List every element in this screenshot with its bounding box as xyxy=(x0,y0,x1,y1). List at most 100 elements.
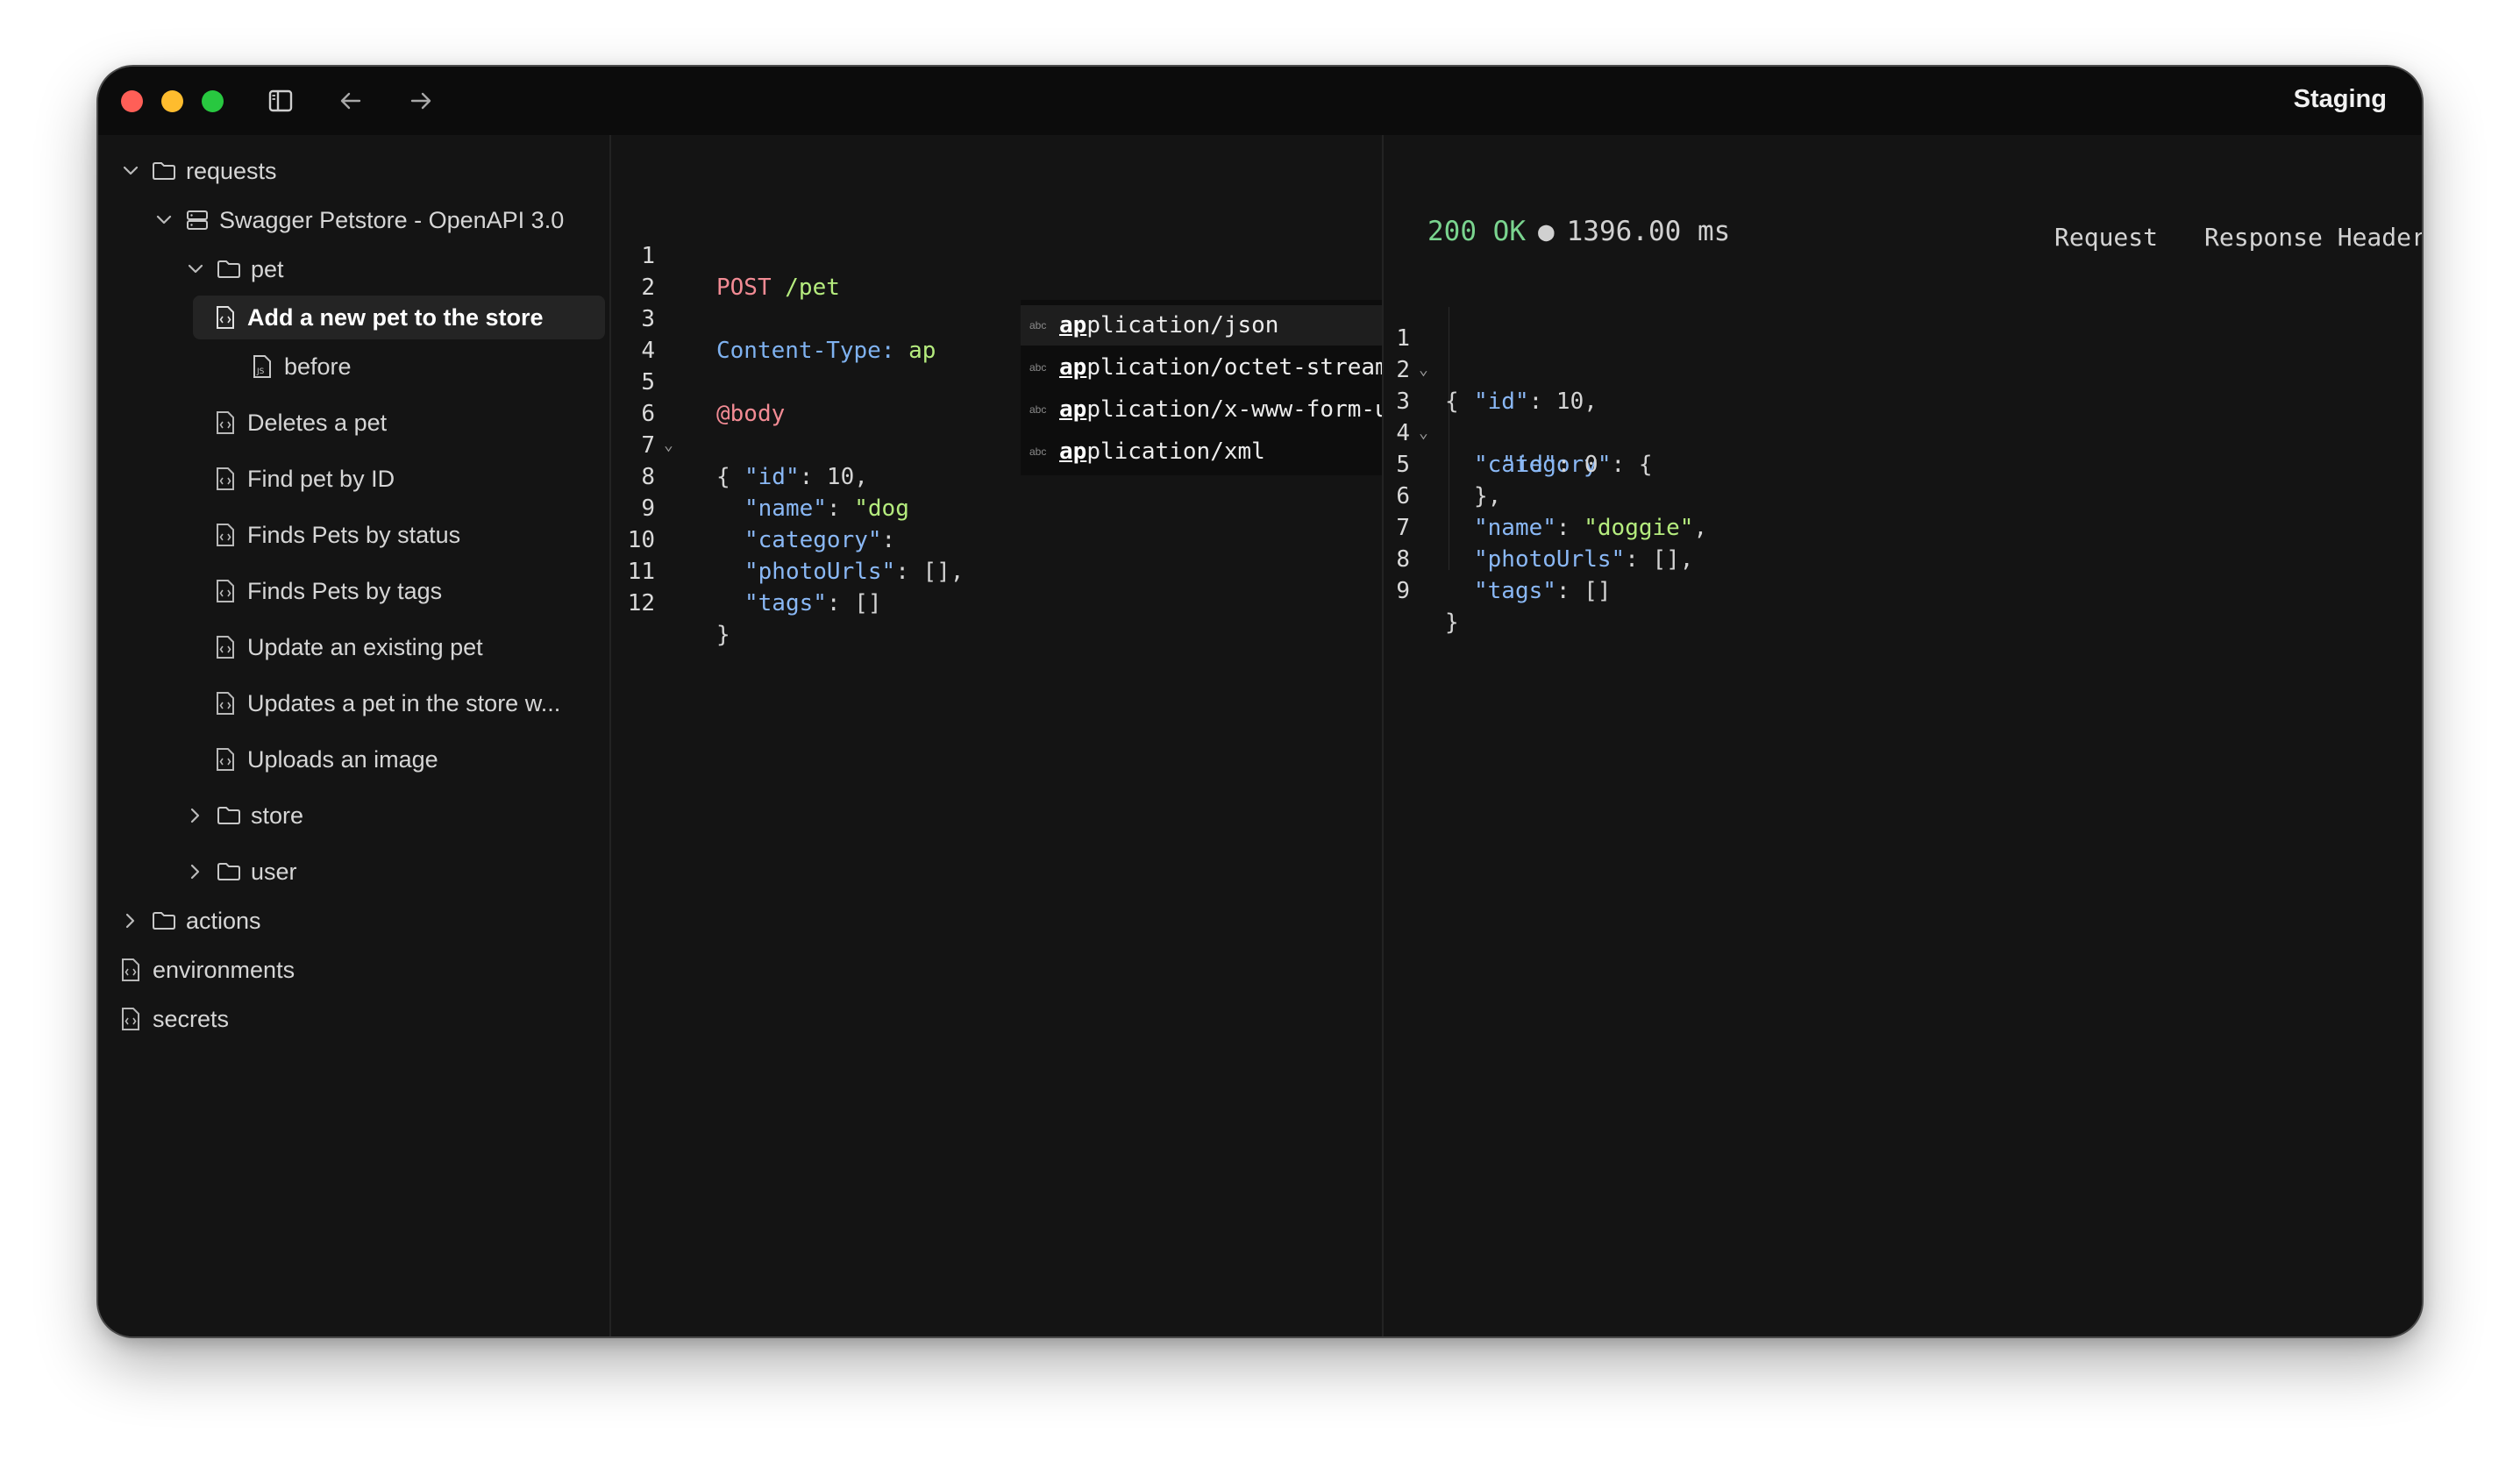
json-rest: : 10, xyxy=(1528,388,1598,415)
tree-label: Update an existing pet xyxy=(247,633,483,660)
tree-label: user xyxy=(251,858,297,885)
tree-folder-user[interactable]: user xyxy=(182,850,297,894)
file-code-icon xyxy=(212,304,238,331)
code-line: 1 POST /pet xyxy=(611,209,840,301)
text-kind-icon: abc xyxy=(1029,319,1047,331)
tree-label: actions xyxy=(186,907,261,934)
tree-request-add-new-pet[interactable]: Add a new pet to the store xyxy=(193,296,605,339)
code-line: 3 ⌄ "category": { xyxy=(1384,354,1652,478)
autocomplete-item[interactable]: abc ap plication/octet-stream xyxy=(1021,347,1382,388)
tree-script-before[interactable]: JS before xyxy=(249,345,352,388)
http-method: POST xyxy=(716,274,772,301)
tree-folder-pet[interactable]: pet xyxy=(182,247,284,291)
tree-folder-actions[interactable]: actions xyxy=(117,899,261,943)
tree-folder-store[interactable]: store xyxy=(182,794,303,837)
tree-folder-requests[interactable]: requests xyxy=(117,149,277,193)
response-status-line: 200 OK ● 1396.00 ms xyxy=(1427,216,1730,247)
svg-text:JS: JS xyxy=(256,367,265,376)
environment-title[interactable]: Staging xyxy=(2294,85,2387,114)
tab-response-headers[interactable]: Response Headers xyxy=(2204,223,2422,252)
code-line: 9 } xyxy=(1384,544,1466,636)
tree-request-updates-pet-in-store[interactable]: Updates a pet in the store w... xyxy=(212,681,560,725)
header-name: Content-Type: xyxy=(716,338,895,364)
minimize-window-button[interactable] xyxy=(161,90,183,112)
line-number: 12 xyxy=(627,590,655,616)
tree-label: secrets xyxy=(153,1005,230,1032)
tree-label: store xyxy=(251,802,304,829)
close-window-button[interactable] xyxy=(121,90,143,112)
chevron-right-icon[interactable] xyxy=(182,802,209,829)
code-line: 11 "tags": [] xyxy=(611,524,882,616)
tree-label: Swagger Petstore - OpenAPI 3.0 xyxy=(219,206,565,233)
autocomplete-item[interactable]: abc ap plication/json xyxy=(1021,305,1382,346)
autocomplete-match: ap xyxy=(1059,312,1087,338)
tree-request-finds-pets-by-tags[interactable]: Finds Pets by tags xyxy=(212,569,442,613)
tree-request-update-existing-pet[interactable]: Update an existing pet xyxy=(212,625,483,669)
code-text: { xyxy=(716,464,730,490)
json-rest: : 0 xyxy=(1556,452,1598,478)
code-line: 7 "id": 10, xyxy=(611,398,868,490)
server-icon xyxy=(184,207,210,233)
request-path: /pet xyxy=(785,274,840,301)
json-sep: : xyxy=(826,495,855,522)
body-directive: @body xyxy=(716,401,786,427)
file-code-icon xyxy=(212,522,238,548)
code-text: } xyxy=(716,622,730,648)
tree-label: Updates a pet in the store w... xyxy=(247,689,561,716)
chevron-right-icon[interactable] xyxy=(182,859,209,885)
tree-collection-swagger-petstore[interactable]: Swagger Petstore - OpenAPI 3.0 xyxy=(151,198,564,242)
tree-file-environments[interactable]: environments xyxy=(117,948,295,992)
autocomplete-item[interactable]: abc ap plication/xml xyxy=(1021,431,1382,472)
tree-request-deletes-pet[interactable]: Deletes a pet xyxy=(212,401,387,445)
tree-request-finds-pets-by-status[interactable]: Finds Pets by status xyxy=(212,513,460,557)
file-code-icon xyxy=(212,578,238,604)
header-value: ap xyxy=(908,338,936,364)
code-text: } xyxy=(1445,609,1459,636)
sidebar: requests Swagger Petstore - OpenAPI 3.0 … xyxy=(98,135,611,1336)
chevron-down-icon[interactable] xyxy=(151,207,177,233)
arrow-left-icon[interactable] xyxy=(335,85,367,117)
tree-request-find-pet-by-id[interactable]: Find pet by ID xyxy=(212,457,395,501)
tree-label: Finds Pets by status xyxy=(247,521,461,548)
code-line: 12 } xyxy=(611,556,730,648)
code-line: 4 "id": 0 xyxy=(1384,386,1598,478)
json-rest: : [], xyxy=(1625,546,1694,573)
json-key: "category" xyxy=(744,527,882,553)
json-key: "id" xyxy=(1502,452,1557,478)
chevron-down-icon[interactable] xyxy=(182,256,209,282)
autocomplete-item[interactable]: abc application/x-www-form-urlencoded xyxy=(1021,389,1382,430)
chevron-down-icon[interactable] xyxy=(117,158,144,184)
sidebar-toggle-icon[interactable] xyxy=(265,85,296,117)
json-key: "name" xyxy=(1474,515,1556,541)
json-rest: : 10, xyxy=(799,464,868,490)
response-panel: 200 OK ● 1396.00 ms Request Response Heade… xyxy=(1384,135,2422,1336)
tree-label: Uploads an image xyxy=(247,745,438,773)
title-bar: Staging xyxy=(98,67,2422,135)
status-code: 200 OK xyxy=(1427,216,1526,247)
tree-label: environments xyxy=(153,956,295,983)
code-line: 2 xyxy=(611,240,694,301)
autocomplete-popup: abc ap plication/json abc ap plication/oct… xyxy=(1021,300,1382,475)
autocomplete-rest: plication/x-www-form-urlencoded xyxy=(1086,396,1382,423)
autocomplete-match: ap xyxy=(1059,354,1087,381)
tree-label: before xyxy=(284,353,352,380)
app-window: Staging requests Swagger Petstore - Open… xyxy=(98,67,2422,1336)
tab-request[interactable]: Request xyxy=(2054,223,2158,252)
tree-label: requests xyxy=(186,157,277,184)
folder-icon xyxy=(216,256,242,282)
file-code-icon xyxy=(212,746,238,773)
code-line: 2 "id": 10, xyxy=(1384,323,1598,415)
code-line: 6 "name": "doggie", xyxy=(1384,449,1707,541)
autocomplete-match: ap xyxy=(1059,396,1087,423)
tree-label: pet xyxy=(251,255,284,282)
tree-file-secrets[interactable]: secrets xyxy=(117,997,229,1041)
tree-label: Finds Pets by tags xyxy=(247,577,443,604)
chevron-right-icon[interactable] xyxy=(117,908,144,934)
response-time: 1396.00 ms xyxy=(1566,216,1731,247)
zoom-window-button[interactable] xyxy=(202,90,224,112)
folder-icon xyxy=(216,802,242,829)
json-rest: : [], xyxy=(895,559,965,585)
arrow-right-icon[interactable] xyxy=(405,85,437,117)
tree-request-uploads-image[interactable]: Uploads an image xyxy=(212,738,438,781)
text-kind-icon: abc xyxy=(1029,445,1047,458)
